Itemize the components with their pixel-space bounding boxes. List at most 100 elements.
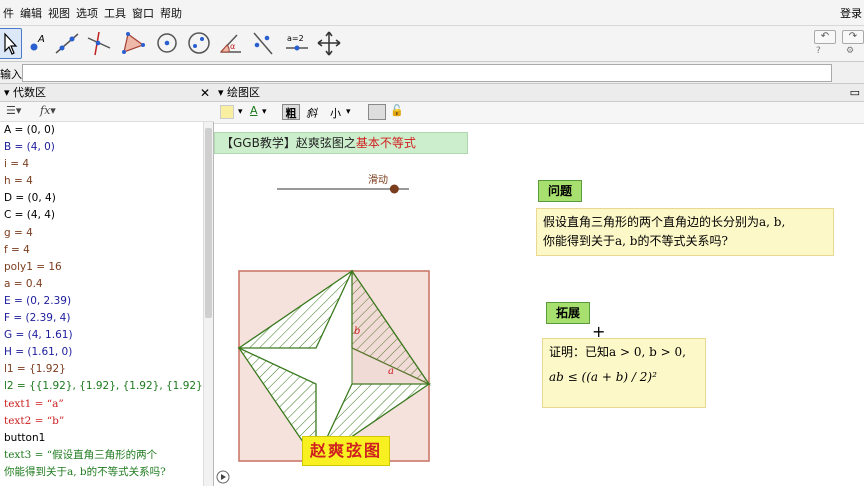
sort-icon[interactable]: ☰▾ — [6, 104, 21, 117]
figure-title-button[interactable]: 赵爽弦图 — [302, 436, 390, 466]
problem-label: 问题 — [538, 180, 582, 202]
algebra-row[interactable]: F = (2.39, 4) — [0, 310, 202, 327]
polygon-icon — [122, 32, 145, 54]
menu-view[interactable]: 视图 — [45, 5, 73, 21]
circle-tool-button[interactable] — [152, 28, 182, 59]
ellipse-tool-button[interactable] — [184, 28, 214, 59]
algebra-row[interactable]: f = 4 — [0, 242, 202, 259]
menu-edit[interactable]: 编辑 — [17, 5, 45, 21]
font-size-dropdown-icon[interactable]: ▾ — [346, 107, 351, 117]
slider-icon: a=2 — [286, 34, 308, 51]
redo-button[interactable]: ↷ — [842, 30, 864, 44]
perpendicular-line-icon — [87, 31, 111, 56]
algebra-row[interactable]: text1 = “a” — [0, 396, 202, 413]
algebra-row[interactable]: B = (4, 0) — [0, 139, 202, 156]
fx-icon[interactable]: fx▾ — [40, 104, 56, 117]
menu-file[interactable]: 件 — [0, 5, 17, 21]
algebra-row[interactable]: text2 = “b” — [0, 413, 202, 430]
algebra-row[interactable]: E = (0, 2.39) — [0, 293, 202, 310]
algebra-row[interactable]: D = (0, 4) — [0, 190, 202, 207]
graphics-collapse-icon[interactable]: ▾ — [218, 86, 227, 99]
algebra-row[interactable]: i = 4 — [0, 156, 202, 173]
menu-options[interactable]: 选项 — [73, 5, 101, 21]
bold-button[interactable]: 粗 — [282, 104, 300, 120]
polygon-tool-button[interactable] — [118, 28, 148, 59]
algebra-row[interactable]: a = 0.4 — [0, 276, 202, 293]
algebra-panel-header: ▾ 代数区 ✕ — [0, 84, 214, 102]
fix-position-button[interactable] — [368, 104, 386, 120]
algebra-row[interactable]: 你能得到关于a, b的不等式关系吗? — [0, 464, 202, 481]
algebra-row[interactable]: h = 4 — [0, 173, 202, 190]
algebra-scrollbar[interactable] — [203, 122, 213, 486]
reflect-line-icon — [253, 32, 273, 55]
scrollbar-thumb[interactable] — [205, 128, 212, 318]
algebra-row[interactable]: C = (4, 4) — [0, 207, 202, 224]
proof-line-1: 证明：已知a > 0, b > 0, — [549, 345, 686, 359]
bg-dropdown-icon[interactable]: ▾ — [238, 107, 243, 117]
algebra-list: A = (0, 0) B = (4, 0) i = 4h = 4D = (0, 4)… — [0, 122, 202, 486]
menu-window[interactable]: 窗口 — [129, 5, 157, 21]
move-tool-button[interactable] — [0, 28, 22, 59]
text-color-dropdown-icon[interactable]: ▾ — [262, 107, 267, 117]
problem-text-box: 假设直角三角形的两个直角边的长分别为a, b, 你能得到关于a, b的不等式关系… — [536, 208, 834, 256]
window-restore-icon[interactable]: ▭ — [850, 84, 860, 102]
redo-icon: ↷ — [848, 31, 858, 42]
heading-highlight: 基本不等式 — [355, 136, 416, 150]
algebra-row[interactable]: A = (0, 0) — [0, 122, 202, 139]
undo-button[interactable]: ↶ — [814, 30, 836, 44]
graphics-style-bar: ▾ A ▾ 粗 斜 小 ▾ 🔓 — [214, 102, 864, 124]
arrow-cursor-icon — [4, 32, 18, 55]
input-bar: 输入: — [0, 62, 864, 84]
line-tool-button[interactable] — [52, 28, 82, 59]
drawing-canvas[interactable]: 【GGB教学】赵爽弦图之基本不等式 滑动 b a 赵爽弦图 问题 假设直角三角形… — [214, 124, 864, 486]
algebra-row[interactable]: l2 = {{1.92}, {1.92}, {1.92}, {1.92}} — [0, 378, 202, 395]
algebra-row[interactable]: g = 4 — [0, 225, 202, 242]
algebra-row[interactable]: button1 — [0, 430, 202, 447]
move-view-tool-button[interactable] — [314, 28, 344, 59]
angle-icon: α — [219, 34, 241, 53]
side-label-a: a — [388, 366, 394, 377]
graphics-panel: ▾ 绘图区 ▭ ▾ A ▾ 粗 斜 小 ▾ 🔓 【GGB教学】赵爽弦图之基本不等… — [214, 84, 864, 486]
svg-text:A: A — [37, 34, 45, 45]
proof-line-2: ab ≤ ((a + b) / 2)² — [549, 370, 657, 384]
perpendicular-tool-button[interactable] — [84, 28, 114, 59]
algebra-row[interactable]: l1 = {1.92} — [0, 361, 202, 378]
circle-icon — [157, 33, 177, 53]
help-icon[interactable]: ? — [816, 46, 821, 56]
slider-tool-button[interactable]: a=2 — [282, 28, 312, 59]
close-icon[interactable]: ✕ — [200, 84, 210, 102]
slider-knob[interactable] — [389, 184, 399, 194]
text-color-button[interactable]: A — [250, 104, 258, 117]
algebra-row[interactable]: G = (4, 1.61) — [0, 327, 202, 344]
algebra-panel-title: 代数区 — [13, 86, 47, 99]
settings-gear-icon[interactable]: ⚙ — [846, 46, 854, 56]
move-view-icon — [317, 31, 341, 56]
reflect-tool-button[interactable] — [248, 28, 278, 59]
background-color-button[interactable] — [220, 105, 234, 119]
algebra-row[interactable]: H = (1.61, 0) — [0, 344, 202, 361]
menu-tools[interactable]: 工具 — [101, 5, 129, 21]
menu-bar: 件 编辑 视图 选项 工具 窗口 帮助 登录 — [0, 0, 864, 26]
italic-button[interactable]: 斜 — [306, 105, 317, 121]
graphics-panel-title: 绘图区 — [227, 86, 261, 99]
play-animation-button[interactable] — [216, 470, 230, 484]
lock-icon[interactable]: 🔓 — [390, 104, 404, 117]
algebra-style-bar: ☰▾ fx▾ — [0, 102, 214, 122]
point-tool-button[interactable]: A — [22, 28, 52, 59]
font-size-button[interactable]: 小 — [330, 105, 341, 121]
algebra-row[interactable]: text3 = “假设直角三角形的两个 — [0, 447, 202, 464]
login-link[interactable]: 登录 — [840, 5, 862, 21]
menu-help[interactable]: 帮助 — [157, 5, 185, 21]
extension-label: 拓展 — [546, 302, 590, 324]
algebra-collapse-icon[interactable]: ▾ — [4, 86, 13, 99]
command-input[interactable] — [22, 64, 832, 82]
point-icon: A — [30, 34, 45, 51]
slider-a[interactable] — [274, 172, 414, 202]
algebra-panel: ▾ 代数区 ✕ ☰▾ fx▾ A = (0, 0) B = (4, 0) i = 4… — [0, 84, 214, 486]
algebra-row[interactable]: poly1 = 16 — [0, 259, 202, 276]
undo-icon: ↶ — [820, 31, 830, 42]
svg-text:α: α — [230, 42, 235, 51]
line-icon — [55, 33, 79, 54]
problem-line-2: 你能得到关于a, b的不等式关系吗? — [543, 234, 728, 248]
angle-tool-button[interactable]: α — [216, 28, 246, 59]
